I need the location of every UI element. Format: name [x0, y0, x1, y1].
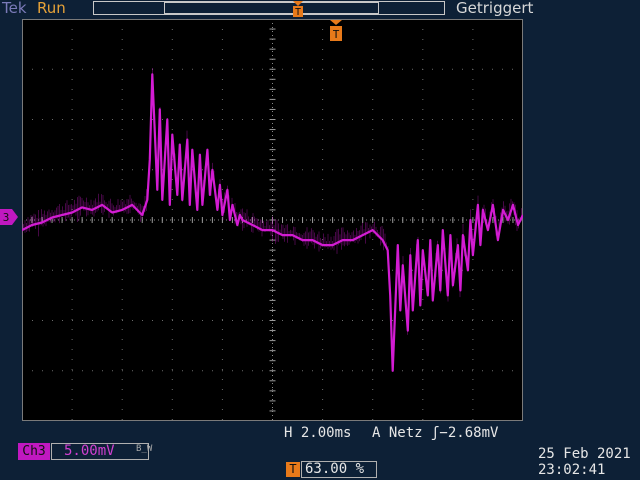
channel-label[interactable]: Ch3 — [18, 443, 50, 460]
run-status: Run — [37, 0, 66, 17]
channel-scale[interactable]: 5.00mV — [51, 443, 149, 460]
trigger-readout[interactable]: A Netz ʃ−2.68mV — [372, 425, 498, 441]
trigger-position-value[interactable]: 63.00 % — [301, 461, 377, 478]
trigger-in-record-icon: T — [293, 1, 303, 18]
brand-label: Tek — [2, 0, 27, 17]
trigger-status: Getriggert — [456, 0, 534, 17]
trigger-position-icon[interactable]: T — [329, 19, 343, 42]
timebase-readout[interactable]: H 2.00ms — [284, 425, 351, 441]
time-readout: 23:02:41 — [538, 462, 606, 478]
channel-marker-icon[interactable]: 3 — [0, 209, 18, 225]
trigger-position-readout-icon: T — [286, 462, 300, 477]
date-readout: 25 Feb 2021 — [538, 446, 631, 462]
record-window — [164, 2, 379, 14]
trigger-position-letter: T — [333, 28, 340, 41]
waveform-display[interactable] — [22, 19, 523, 421]
trigger-in-record-letter: T — [295, 7, 301, 18]
channel-marker-label: 3 — [3, 211, 10, 224]
bandwidth-limit-icon: B_W — [136, 444, 153, 454]
status-bar: Tek Run T Getriggert — [0, 0, 640, 18]
waveform-svg — [22, 19, 523, 421]
